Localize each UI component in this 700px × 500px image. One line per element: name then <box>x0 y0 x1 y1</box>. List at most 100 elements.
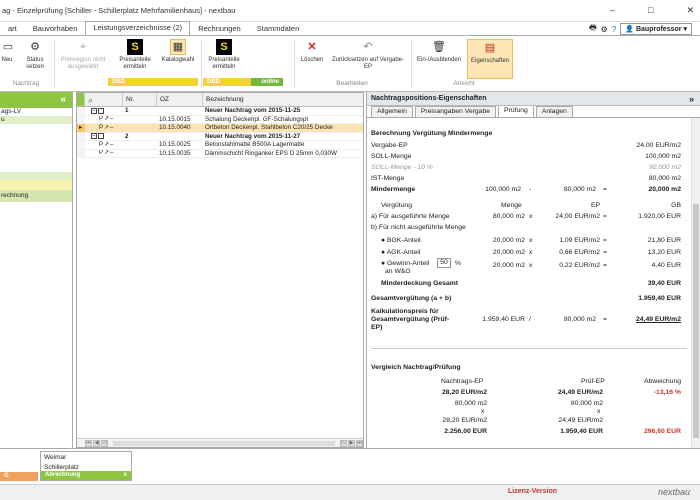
maximize-button[interactable]: □ <box>648 5 653 16</box>
new-button[interactable]: ▭ Neu <box>0 39 14 64</box>
slash-sign: / <box>529 316 531 323</box>
preisanteile-online-label: Preisanteile ermitteln <box>208 57 240 70</box>
tab-rechnungen[interactable]: Rechnungen <box>190 22 249 35</box>
kalk-label-1: Kalkulationspreis für <box>371 308 439 315</box>
tab-pruefung[interactable]: Prüfung <box>498 105 534 117</box>
left-item[interactable] <box>0 172 72 180</box>
position-icon: P <box>99 124 104 131</box>
vcol-abweichung: Abweichung <box>643 378 681 385</box>
kalk-c: 24,49 EUR/m2 <box>636 316 681 323</box>
left-item[interactable] <box>0 164 72 172</box>
a-menge: 80,000 m2 <box>492 213 525 220</box>
left-item[interactable]: ags-LV <box>0 108 72 116</box>
preisanteile-button[interactable]: S Preisanteile ermitteln <box>115 39 155 71</box>
col-nr[interactable]: Nr. <box>123 93 157 106</box>
scroll-track[interactable] <box>113 440 335 446</box>
help-icon[interactable]: ? <box>612 25 616 34</box>
times-sign: x <box>529 262 533 269</box>
left-item[interactable] <box>0 140 72 148</box>
katalogwahl-button[interactable]: ▦ Katalogwahl <box>158 39 198 64</box>
delete-button[interactable]: ✕ Löschen <box>298 39 326 64</box>
reset-button[interactable]: ↶ Zurücksetzen auf Vergabe-EP <box>328 39 408 71</box>
gewinn-pct-input[interactable]: 50 <box>437 258 451 268</box>
scroll-thumb[interactable] <box>693 204 699 438</box>
last-icon[interactable]: ⏭ <box>356 439 363 447</box>
kalk-label-2: Gesamtvergütung (Prüf- <box>371 316 450 323</box>
properties-tabs: Allgemein Preisangaben Vergabe Prüfung A… <box>367 105 700 118</box>
properties-button[interactable]: ▤ Eigenschaften <box>467 39 513 79</box>
table-row[interactable]: ▸ P ↗ –10.15.0040 Ortbeton Deckenpl. Stahlbe… <box>77 124 363 133</box>
nextbau-logo: nextbau <box>657 487 690 497</box>
collapse-icon[interactable]: − <box>91 133 97 140</box>
edit-arrow-icon: ↗ <box>104 116 110 122</box>
tab-bauvorhaben[interactable]: Bauvorhaben <box>25 22 86 35</box>
minimize-button[interactable]: – <box>610 5 615 16</box>
tab-allgemein[interactable]: Allgemein <box>371 106 413 117</box>
status-label: Status setzen <box>26 57 44 70</box>
v-g2: 1.959,40 EUR <box>560 428 603 435</box>
collapse-left-button[interactable]: « <box>0 92 72 108</box>
equals-sign: = <box>603 186 607 193</box>
properties-icon: ▤ <box>484 41 496 54</box>
left-item[interactable] <box>0 156 72 164</box>
preisanteile-online-button[interactable]: S Preisanteile ermitteln <box>203 39 245 71</box>
first-icon[interactable]: ⏮ <box>85 439 92 447</box>
left-item-rechnung[interactable]: rechnung <box>0 190 72 202</box>
vergabe-ep-label: Vergabe-EP <box>371 142 408 149</box>
minus-sign: - <box>529 186 532 193</box>
show-hide-button[interactable]: 🗑 Ein-/Ausblenden <box>414 39 464 64</box>
table-row[interactable]: P ↗ – 10.15.0025 Betonstahlmatte B500A Lager… <box>77 141 363 150</box>
collapse-icon[interactable]: − <box>91 107 97 114</box>
equals-sign: = <box>603 213 607 220</box>
status-icon: ⚙ <box>30 40 40 53</box>
table-row[interactable]: − 1 Neuer Nachtrag vom 2015-11-25 <box>77 107 363 116</box>
soll-label: SOLL-Menge <box>371 153 412 160</box>
new-icon: ▭ <box>2 40 14 53</box>
user-menu[interactable]: 👤 Bauprofessor ▾ <box>620 23 692 35</box>
col-oz[interactable]: OZ <box>157 93 203 106</box>
project-tab-1[interactable]: G <box>0 451 38 481</box>
left-item[interactable] <box>0 132 72 140</box>
properties-label: Eigenschaften <box>470 58 510 64</box>
col-bezeichnung[interactable]: Bezeichnung <box>203 93 363 106</box>
project-tab-1-bar: G <box>0 472 38 481</box>
mindermenge-c: 20,000 m2 <box>648 186 681 193</box>
row-icons: P ↗ – <box>85 141 123 149</box>
project-tabs: G Weimar Schillerplatz Mehrfamilienhau A… <box>0 448 700 484</box>
properties-header: Nachtragspositions-Eigenschaften » <box>367 92 700 106</box>
tab-anlagen[interactable]: Anlagen <box>535 106 573 117</box>
double-chevron-right-icon[interactable]: » <box>689 92 694 106</box>
gear-icon[interactable]: ⚙ <box>601 25 608 34</box>
left-item[interactable] <box>0 124 72 132</box>
table-row[interactable]: P ↗ – 10.15.0035 Dämmschicht Ringanker EPS D… <box>77 149 363 158</box>
search-icon[interactable]: ⌕ <box>85 93 123 106</box>
ribbon-separator <box>411 40 412 88</box>
horizontal-scrollbar[interactable]: ⏮ ◀ ◁ ▷ ▶ ⏭ <box>77 438 363 447</box>
project-tab-2[interactable]: Weimar Schillerplatz Mehrfamilienhau Abr… <box>40 451 132 481</box>
left-item[interactable] <box>0 148 72 156</box>
times-sign: x <box>529 249 533 256</box>
status-button[interactable]: ⚙ Status setzen <box>20 39 50 71</box>
table-row[interactable]: P ↗ – 10.15.0015 Schalung Deckenpl. GF-Schal… <box>77 115 363 124</box>
prev-page-icon[interactable]: ◁ <box>101 439 108 447</box>
printer-icon[interactable]: 🖶 <box>589 22 597 36</box>
preisregion-button[interactable]: ⌖ Preisregion nicht ausgewählt <box>56 39 110 71</box>
a-label: a) Für ausgeführte Menge <box>371 213 450 220</box>
next-page-icon[interactable]: ▷ <box>340 439 347 447</box>
row-indicator <box>77 141 85 149</box>
close-tab-icon[interactable]: x <box>124 471 127 480</box>
tab-stammdaten[interactable]: Stammdaten <box>249 22 308 35</box>
next-icon[interactable]: ▶ <box>348 439 355 447</box>
left-item[interactable] <box>0 180 72 190</box>
prev-icon[interactable]: ◀ <box>93 439 100 447</box>
table-row[interactable]: − 2 Neuer Nachtrag vom 2015-11-27 <box>77 132 363 141</box>
close-window-button[interactable]: ✕ <box>686 5 694 16</box>
vertical-scrollbar[interactable] <box>691 118 700 448</box>
positions-grid: ⌕ Nr. OZ Bezeichnung − 1 Neuer Nachtrag vo… <box>76 92 364 448</box>
bgk-ep: 1,09 EUR/m2 <box>559 237 600 244</box>
tab-leistungsverzeichnisse[interactable]: Leistungsverzeichnisse (2) <box>85 21 191 35</box>
tab-start[interactable]: art <box>0 22 25 35</box>
left-item[interactable]: u <box>0 116 72 124</box>
v-times-2: x <box>597 408 601 415</box>
tab-preisangaben[interactable]: Preisangaben Vergabe <box>414 106 497 117</box>
